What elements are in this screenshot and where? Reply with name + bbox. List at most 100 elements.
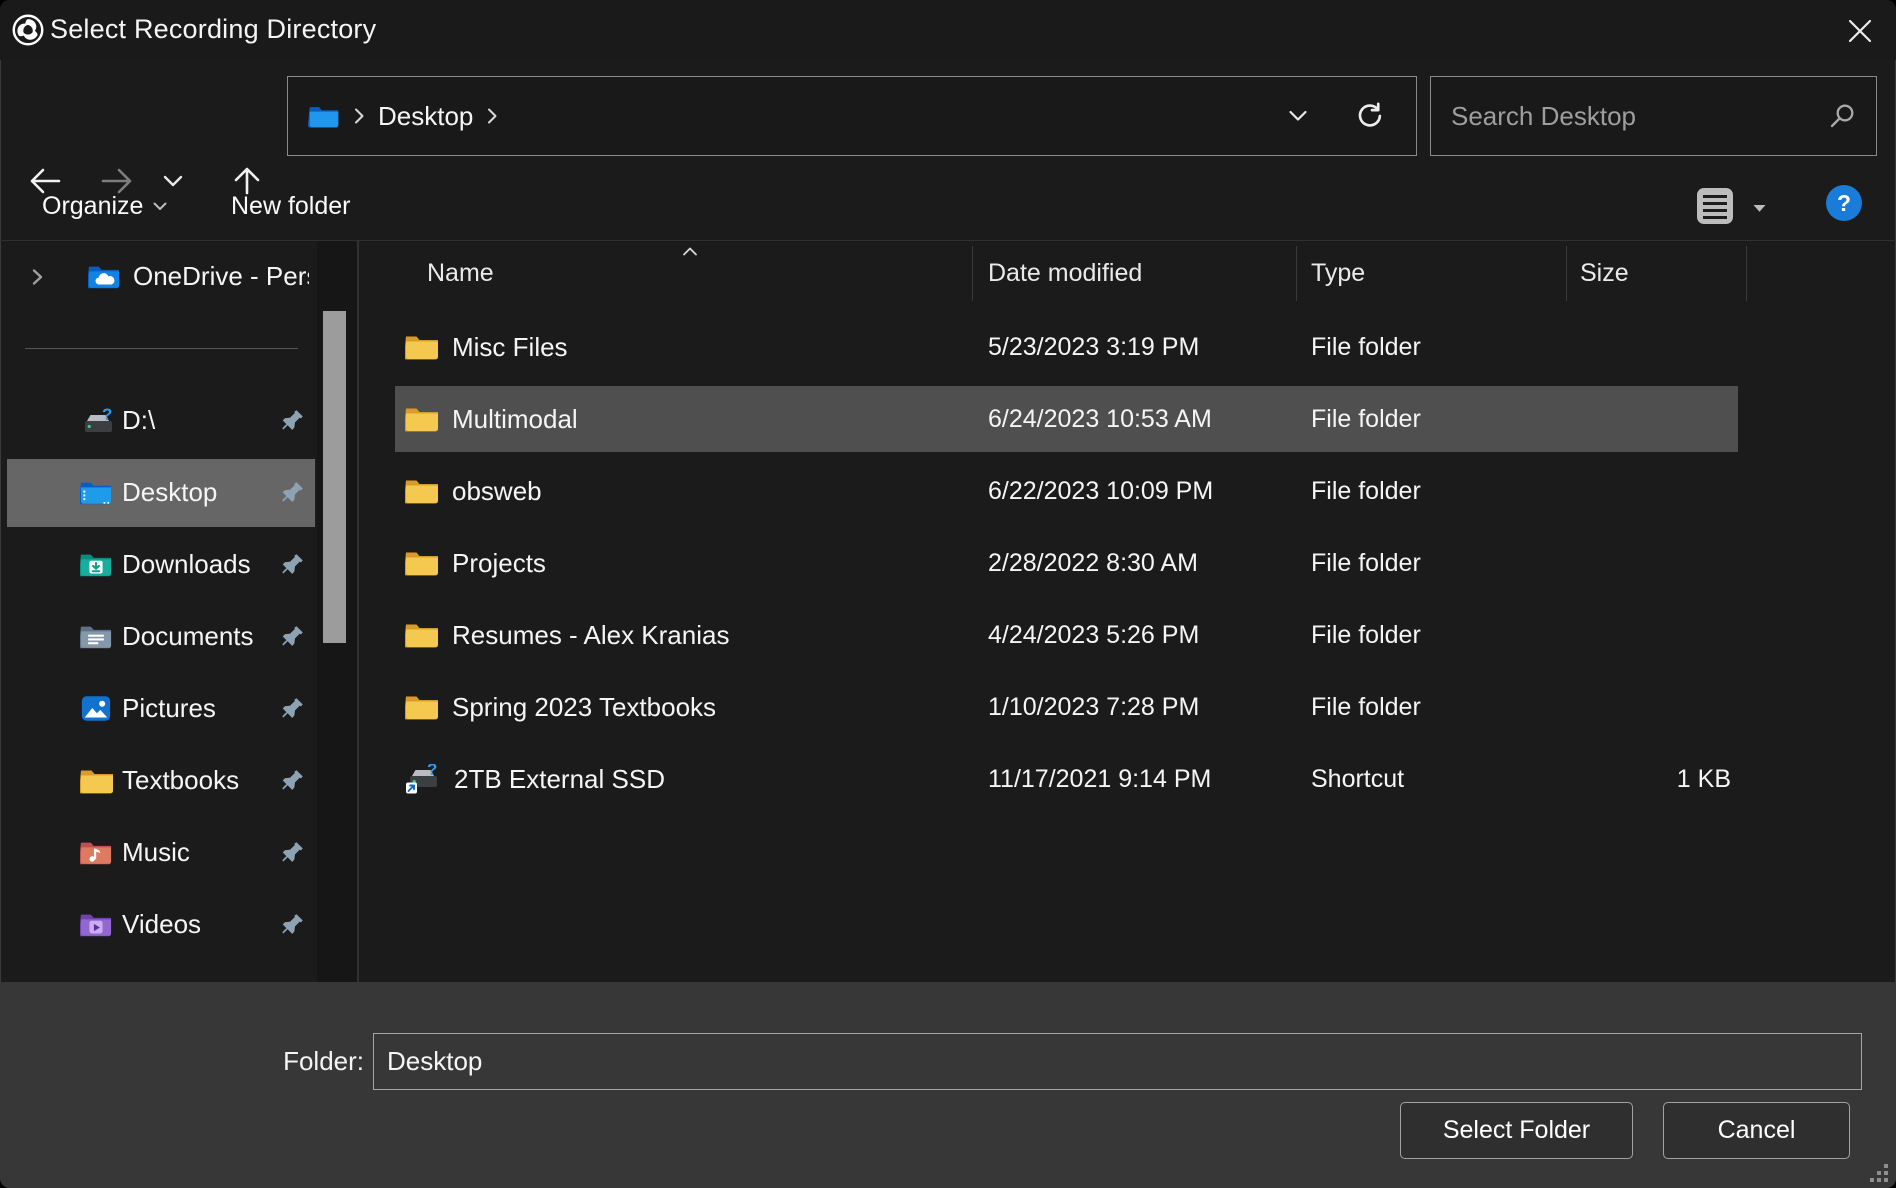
sidebar-item-pictures[interactable]: Pictures	[7, 675, 315, 743]
address-bar[interactable]: Desktop	[287, 76, 1417, 156]
file-row[interactable]: Misc Files 5/23/2023 3:19 PM File folder	[360, 311, 1896, 383]
column-header-type[interactable]: Type	[1297, 246, 1567, 301]
sidebar-item-label: OneDrive - Persc	[133, 261, 309, 292]
resize-grip-icon[interactable]	[1869, 1163, 1889, 1183]
folder-name-input[interactable]: Desktop	[373, 1033, 1862, 1090]
column-header-date-modified[interactable]: Date modified	[973, 246, 1297, 301]
caret-down-icon	[153, 202, 167, 211]
svg-text:?: ?	[102, 407, 112, 424]
file-row[interactable]: obsweb 6/22/2023 10:09 PM File folder	[360, 455, 1896, 527]
pin-icon[interactable]	[281, 624, 305, 648]
pin-slot[interactable]	[281, 912, 305, 936]
help-button[interactable]: ?	[1826, 185, 1862, 221]
sidebar-item-textbooks[interactable]: Textbooks	[7, 747, 315, 815]
pin-icon[interactable]	[281, 840, 305, 864]
folder-icon	[405, 549, 439, 577]
file-name-cell: Resumes - Alex Kranias	[360, 620, 973, 651]
pin-icon[interactable]	[281, 696, 305, 720]
file-date-modified: 6/24/2023 10:53 AM	[973, 405, 1297, 434]
file-type: File folder	[1297, 333, 1567, 362]
pin-slot[interactable]	[281, 768, 305, 792]
pin-slot[interactable]	[281, 840, 305, 864]
file-name: Resumes - Alex Kranias	[452, 620, 729, 651]
pin-icon[interactable]	[281, 480, 305, 504]
close-button[interactable]	[1836, 8, 1884, 54]
file-rows: Misc Files 5/23/2023 3:19 PM File folder…	[360, 311, 1896, 815]
file-icon-slot	[405, 333, 439, 361]
pin-icon[interactable]	[281, 768, 305, 792]
file-name: Misc Files	[452, 332, 568, 363]
pin-slot[interactable]	[281, 624, 305, 648]
refresh-button[interactable]	[1354, 101, 1384, 131]
breadcrumb-chevron-icon	[353, 107, 365, 125]
address-dropdown-button[interactable]	[1288, 109, 1308, 123]
column-header-size[interactable]: Size	[1567, 246, 1747, 301]
view-mode-dropdown[interactable]	[1752, 203, 1767, 213]
file-icon-slot	[405, 405, 439, 433]
pin-slot[interactable]	[281, 696, 305, 720]
file-date-modified: 1/10/2023 7:28 PM	[973, 693, 1297, 722]
file-name-cell: ? 2TB External SSD	[360, 764, 973, 795]
desktop-folder-icon	[80, 479, 112, 506]
expand-chevron-icon[interactable]	[30, 267, 44, 287]
sidebar-item-desktop[interactable]: Desktop	[7, 459, 315, 527]
file-size: 1 KB	[1567, 765, 1747, 794]
sidebar-item-icon-slot	[80, 911, 112, 938]
file-name: Multimodal	[452, 404, 578, 435]
sidebar-item-d[interactable]: ? D:\	[7, 387, 315, 455]
file-name: 2TB External SSD	[454, 764, 665, 795]
folder-icon	[405, 405, 439, 433]
column-headers: Name Date modified Type Size	[360, 246, 1896, 301]
pin-slot[interactable]	[281, 552, 305, 576]
sidebar-item-music[interactable]: Music	[7, 819, 315, 887]
file-row[interactable]: Multimodal 6/24/2023 10:53 AM File folde…	[360, 383, 1896, 455]
file-list: Name Date modified Type Size Misc Files …	[360, 241, 1896, 982]
command-bar: Organize New folder ?	[0, 172, 1896, 240]
sidebar-item-documents[interactable]: Documents	[7, 603, 315, 671]
pane-divider[interactable]	[357, 241, 359, 982]
refresh-icon	[1354, 101, 1384, 131]
file-name-cell: Multimodal	[360, 404, 973, 435]
sidebar-item-downloads[interactable]: Downloads	[7, 531, 315, 599]
sidebar-item-icon-slot	[80, 623, 112, 650]
breadcrumb-segment-desktop[interactable]: Desktop	[378, 101, 473, 132]
svg-text:?: ?	[427, 764, 437, 779]
content-area: OneDrive - Persc ? D:\ Desktop Downloads…	[0, 240, 1896, 982]
select-recording-directory-dialog: Select Recording Directory Desktop	[0, 0, 1896, 1188]
close-icon	[1846, 17, 1874, 45]
file-row[interactable]: ?2TB External SSD 11/17/2021 9:14 PM Sho…	[360, 743, 1896, 815]
file-icon-slot	[405, 621, 439, 649]
file-icon-slot	[405, 549, 439, 577]
select-folder-button[interactable]: Select Folder	[1400, 1102, 1633, 1159]
view-mode-button[interactable]	[1695, 186, 1735, 226]
onedrive-icon-slot	[88, 263, 120, 290]
file-type: File folder	[1297, 405, 1567, 434]
folder-label: Folder:	[160, 1046, 364, 1076]
pin-slot[interactable]	[281, 480, 305, 504]
folder-icon	[405, 693, 439, 721]
cancel-button[interactable]: Cancel	[1663, 1102, 1850, 1159]
details-view-icon	[1695, 186, 1735, 226]
file-row[interactable]: Resumes - Alex Kranias 4/24/2023 5:26 PM…	[360, 599, 1896, 671]
file-date-modified: 5/23/2023 3:19 PM	[973, 333, 1297, 362]
sidebar-item-icon-slot	[80, 551, 112, 578]
search-input[interactable]: Search Desktop	[1430, 76, 1877, 156]
location-folder-icon	[308, 104, 340, 129]
sidebar-item-videos[interactable]: Videos	[7, 891, 315, 959]
organize-menu-button[interactable]: Organize	[42, 172, 167, 240]
sidebar-item-onedrive[interactable]: OneDrive - Persc	[7, 243, 315, 311]
search-placeholder: Search Desktop	[1451, 101, 1828, 132]
file-type: Shortcut	[1297, 765, 1567, 794]
pin-icon[interactable]	[281, 912, 305, 936]
folder-icon	[405, 477, 439, 505]
file-row[interactable]: Spring 2023 Textbooks 1/10/2023 7:28 PM …	[360, 671, 1896, 743]
new-folder-button[interactable]: New folder	[231, 172, 351, 240]
pin-slot[interactable]	[281, 408, 305, 432]
pin-icon[interactable]	[281, 408, 305, 432]
pin-icon[interactable]	[281, 552, 305, 576]
column-header-name[interactable]: Name	[360, 246, 973, 301]
sidebar-item-icon-slot: ?	[80, 407, 116, 437]
sidebar-scrollbar-thumb[interactable]	[323, 311, 346, 643]
column-header-filler	[1747, 246, 1896, 301]
file-row[interactable]: Projects 2/28/2022 8:30 AM File folder	[360, 527, 1896, 599]
